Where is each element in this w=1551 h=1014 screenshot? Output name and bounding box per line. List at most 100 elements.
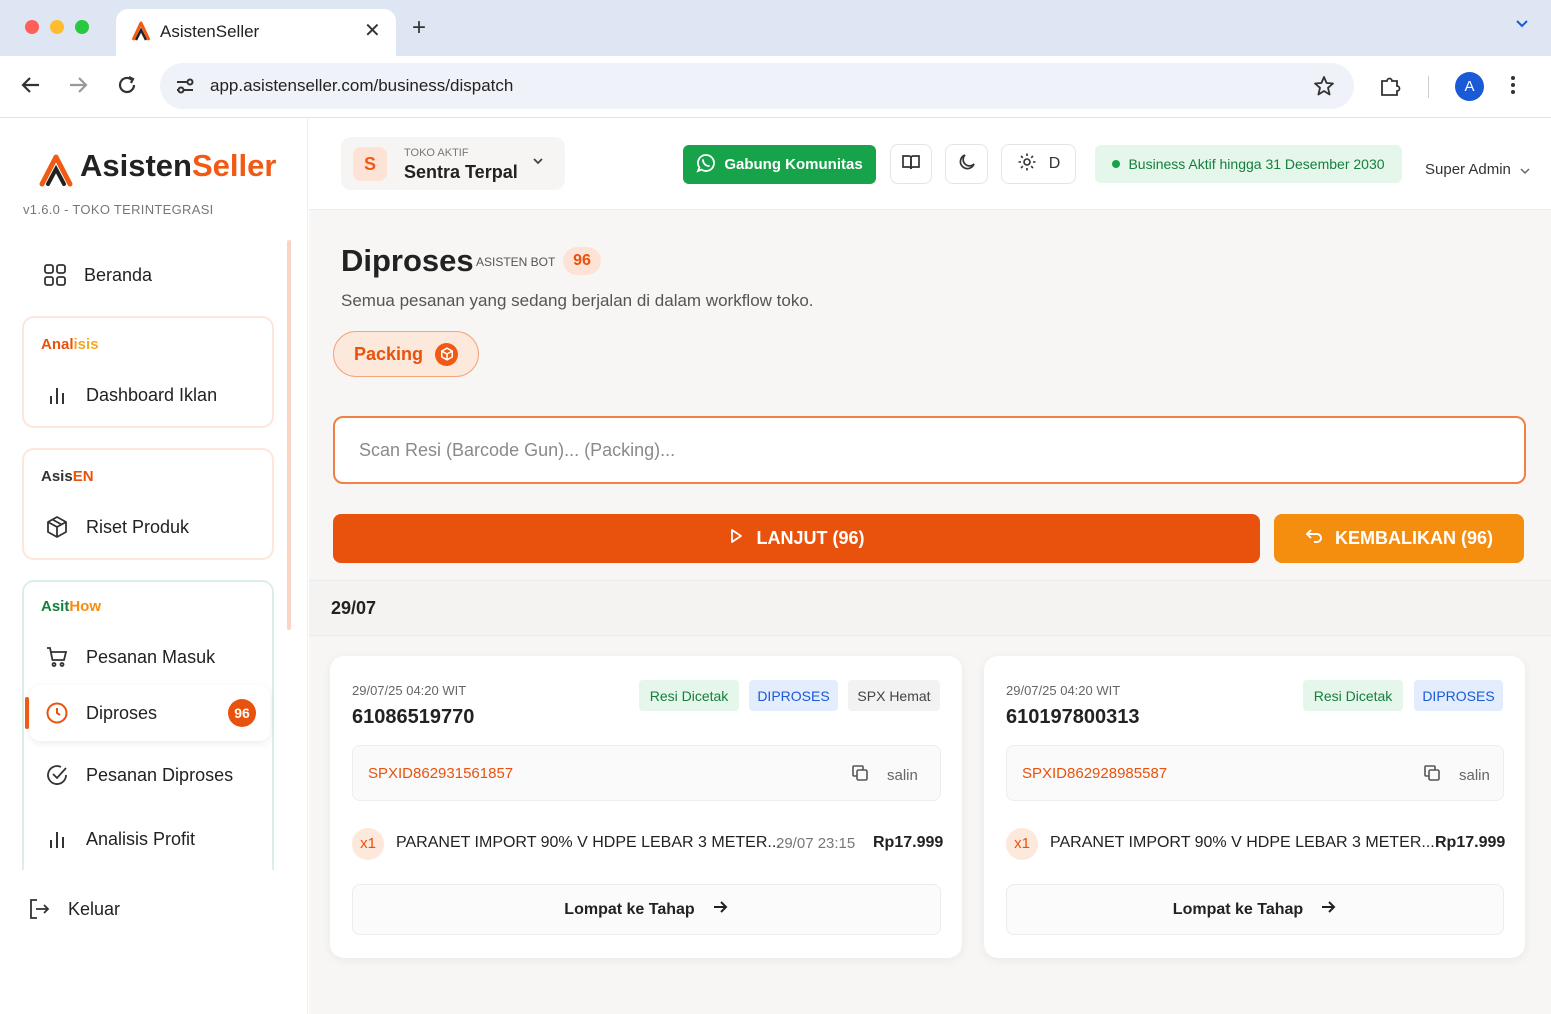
sidebar: AsistenSeller v1.6.0 - TOKO TERINTEGRASI… <box>0 118 308 1014</box>
window-maximize-dot[interactable] <box>75 20 89 34</box>
business-status-badge: Business Aktif hingga 31 Desember 2030 <box>1095 145 1402 183</box>
item-price: Rp17.999 <box>1435 834 1506 851</box>
count-badge: 96 <box>228 699 256 727</box>
sidebar-scroll-indicator[interactable] <box>287 240 291 630</box>
cart-icon <box>44 644 70 670</box>
group-label: AsisEN <box>41 468 94 485</box>
sidebar-item-label: Diproses <box>86 702 158 723</box>
order-card[interactable]: 29/07/25 04:20 WIT 61086519770 Resi Dice… <box>330 656 962 958</box>
arrow-right-icon <box>711 898 729 921</box>
next-stage-label: LANJUT (96) <box>756 528 865 548</box>
status-tag-diproses: DIPROSES <box>749 680 838 711</box>
business-status-text: Business Aktif hingga 31 Desember 2030 <box>1128 156 1385 172</box>
site-settings-icon[interactable] <box>174 75 196 102</box>
resi-box: SPXID862931561857 salin <box>352 745 941 801</box>
settings-button[interactable]: D <box>1001 144 1076 184</box>
shipping-tag: SPX Hemat <box>848 680 940 711</box>
status-tag-resi-dicetak: Resi Dicetak <box>1303 680 1403 711</box>
jump-stage-button[interactable]: Lompat ke Tahap <box>1006 884 1504 935</box>
check-circle-icon <box>44 762 70 788</box>
box-icon <box>44 514 70 540</box>
chevron-down-icon[interactable] <box>1519 164 1531 182</box>
order-time: 29/07/25 04:20 WIT <box>1006 683 1121 698</box>
guide-book-button[interactable] <box>890 144 932 184</box>
tab-title: AsistenSeller <box>160 22 260 41</box>
status-dot <box>1112 160 1121 168</box>
status-tag-resi-dicetak: Resi Dicetak <box>639 680 739 711</box>
sidebar-item-pesanan-masuk[interactable]: Pesanan Masuk <box>44 644 215 670</box>
sidebar-item-analisis-profit[interactable]: Analisis Profit <box>44 826 195 852</box>
group-label: Analisis <box>41 336 99 353</box>
sidebar-item-beranda[interactable]: Beranda <box>42 262 152 288</box>
order-time: 29/07/25 04:20 WIT <box>352 683 467 698</box>
sidebar-group-analisis: Analisis Dashboard Iklan <box>22 316 274 428</box>
copy-icon <box>1423 764 1441 786</box>
sidebar-item-riset-produk[interactable]: Riset Produk <box>44 514 189 540</box>
sidebar-item-label: Analisis Profit <box>86 828 196 849</box>
bot-label: ASISTEN BOT <box>476 255 556 269</box>
resi-box: SPXID862928985587 salin <box>1006 745 1504 801</box>
sidebar-item-label: Pesanan Diproses <box>86 764 234 785</box>
tab-close-icon[interactable]: ✕ <box>364 18 381 43</box>
user-menu[interactable]: Super Admin <box>1425 161 1511 178</box>
join-community-button[interactable]: Gabung Komunitas <box>683 145 876 184</box>
copy-resi-button[interactable]: salin <box>851 764 918 786</box>
sidebar-item-label: Riset Produk <box>86 516 190 537</box>
tab-search-chevron-icon[interactable] <box>1515 16 1529 32</box>
copy-resi-button[interactable]: salin <box>1423 764 1490 786</box>
forward-arrow-icon[interactable] <box>67 74 89 102</box>
arrow-right-icon <box>1319 898 1337 921</box>
date-group-label: 29/07 <box>331 598 377 618</box>
sidebar-item-dashboard-iklan[interactable]: Dashboard Iklan <box>44 382 217 408</box>
moon-icon <box>957 152 977 177</box>
active-indicator <box>25 697 29 729</box>
sidebar-item-label: Pesanan Masuk <box>86 646 216 667</box>
back-arrow-icon[interactable] <box>20 74 42 102</box>
sidebar-item-pesanan-diproses[interactable]: Pesanan Diproses <box>44 762 233 788</box>
product-name: PARANET IMPORT 90% V HDPE LEBAR 3 METER.… <box>396 834 781 851</box>
browser-tab[interactable]: AsistenSeller ✕ <box>116 9 396 56</box>
store-avatar: S <box>353 147 387 181</box>
undo-arrow-icon <box>1305 527 1323 550</box>
toolbar-divider <box>1428 76 1429 98</box>
address-bar[interactable]: app.asistenseller.com/business/dispatch <box>160 63 1354 109</box>
stage-chip-label: Packing <box>353 343 424 364</box>
url-text: app.asistenseller.com/business/dispatch <box>210 76 514 95</box>
clock-icon <box>44 700 70 726</box>
sidebar-item-diproses[interactable]: Diproses 96 <box>25 685 270 741</box>
resi-number: SPXID862931561857 <box>368 765 514 782</box>
app-logo[interactable]: AsistenSeller <box>39 148 276 187</box>
copy-label: salin <box>1459 766 1490 784</box>
grid-icon <box>42 262 68 288</box>
jump-stage-button[interactable]: Lompat ke Tahap <box>352 884 941 935</box>
logo-icon <box>38 152 74 196</box>
next-stage-button[interactable]: LANJUT (96) <box>333 514 1260 563</box>
app-favicon-icon <box>130 20 152 47</box>
order-card[interactable]: 29/07/25 04:20 WIT 610197800313 Resi Dic… <box>984 656 1525 958</box>
quantity-badge: x1 <box>352 828 384 860</box>
theme-toggle-button[interactable] <box>945 144 988 184</box>
profile-avatar[interactable]: A <box>1455 72 1484 101</box>
window-close-dot[interactable] <box>25 20 39 34</box>
copy-icon <box>851 764 869 786</box>
extensions-puzzle-icon[interactable] <box>1378 73 1404 104</box>
logout-label: Keluar <box>68 898 121 919</box>
window-minimize-dot[interactable] <box>50 20 64 34</box>
whatsapp-icon <box>696 153 716 177</box>
browser-tab-strip: AsistenSeller ✕ + <box>0 0 1551 56</box>
browser-toolbar: app.asistenseller.com/business/dispatch … <box>0 56 1551 118</box>
logout-button[interactable]: Keluar <box>26 896 120 922</box>
stage-chip-packing[interactable]: Packing <box>333 331 479 377</box>
bar-chart-icon <box>44 382 70 408</box>
new-tab-icon[interactable]: + <box>412 14 426 42</box>
bar-chart-icon <box>44 826 70 852</box>
join-community-label: Gabung Komunitas <box>724 156 863 173</box>
chevron-down-icon <box>531 154 545 173</box>
bookmark-star-icon[interactable] <box>1312 74 1336 103</box>
sidebar-group-asisen: AsisEN Riset Produk <box>22 448 274 560</box>
return-stage-button[interactable]: KEMBALIKAN (96) <box>1274 514 1524 563</box>
reload-icon[interactable] <box>116 74 138 102</box>
browser-menu-icon[interactable] <box>1510 74 1516 102</box>
store-selector[interactable]: S TOKO AKTIF Sentra Terpal <box>341 137 565 190</box>
scan-resi-input[interactable] <box>333 416 1526 484</box>
